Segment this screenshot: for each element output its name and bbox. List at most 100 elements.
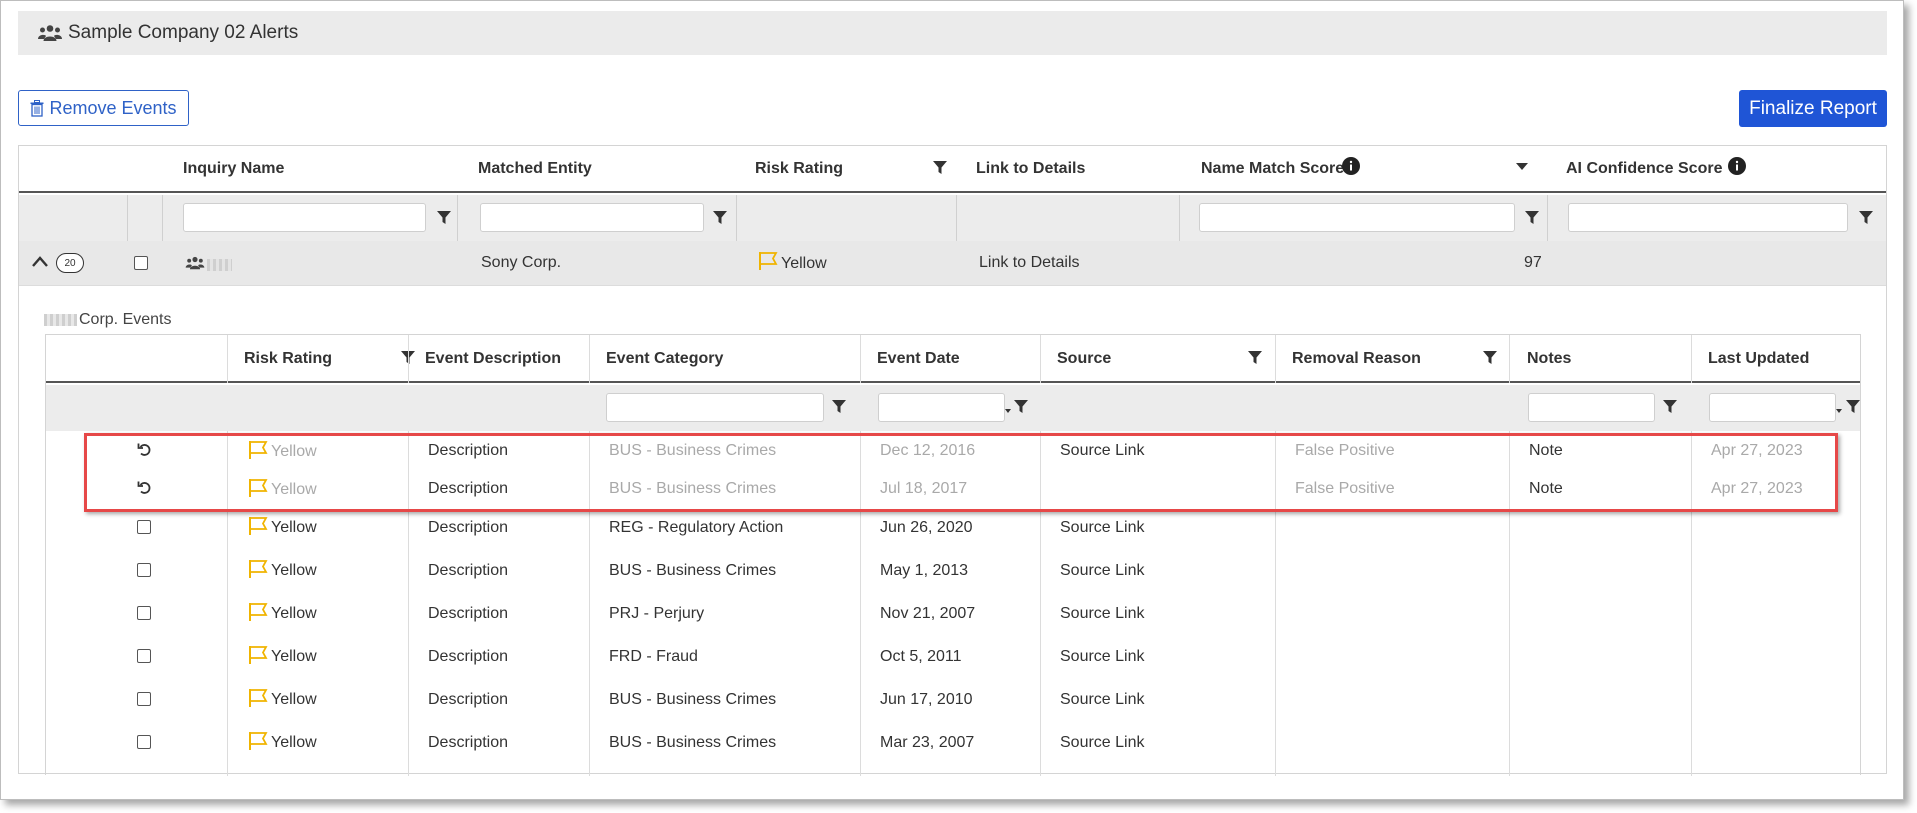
source-link[interactable]: Source Link xyxy=(1060,442,1145,460)
flag-icon xyxy=(249,441,268,459)
remove-events-button[interactable]: Remove Events xyxy=(18,90,189,126)
filter-icon[interactable] xyxy=(1525,211,1539,225)
risk-rating-value: Yellow xyxy=(781,255,827,272)
alerts-table: Inquiry Name Matched Entity Risk Rating … xyxy=(18,145,1887,776)
flag-icon xyxy=(249,560,268,578)
undo-icon[interactable] xyxy=(137,480,152,495)
event-risk: Yellow xyxy=(271,443,317,460)
event-row[interactable]: Yellow Description REG - Regulatory Acti… xyxy=(46,505,1860,548)
matched-entity-filter-input[interactable] xyxy=(480,203,704,232)
filter-icon[interactable] xyxy=(1248,351,1262,365)
event-row[interactable]: Yellow Description FRD - Fraud Oct 5, 20… xyxy=(46,634,1860,677)
event-row-removed[interactable]: Yellow Description BUS - Business Crimes… xyxy=(46,467,1860,505)
filter-icon[interactable] xyxy=(1846,400,1860,414)
event-description-link[interactable]: Description xyxy=(428,648,508,666)
event-date-filter-input[interactable] xyxy=(878,393,1005,422)
event-row[interactable]: Yellow Description BUS - Business Crimes… xyxy=(46,720,1860,763)
source-link[interactable]: Source Link xyxy=(1060,691,1145,709)
remove-events-label: Remove Events xyxy=(49,97,177,118)
event-date: Nov 21, 2007 xyxy=(880,605,976,622)
filter-icon[interactable] xyxy=(832,400,846,414)
source-link[interactable]: Source Link xyxy=(1060,734,1145,752)
source-link[interactable]: Source Link xyxy=(1060,562,1145,580)
events-header-source[interactable]: Source xyxy=(1057,350,1111,368)
event-category: BUS - Business Crimes xyxy=(609,734,777,751)
events-title: Corp. Events xyxy=(79,311,172,328)
filter-icon[interactable] xyxy=(933,161,947,175)
event-row[interactable]: Yellow Description BUS - Business Crimes… xyxy=(46,677,1860,720)
finalize-report-button[interactable]: Finalize Report xyxy=(1739,90,1887,127)
filter-icon[interactable] xyxy=(1663,400,1677,414)
filter-icon[interactable] xyxy=(1014,400,1028,414)
event-row[interactable]: Yellow Description PRJ - Perjury Nov 21,… xyxy=(46,591,1860,634)
filter-icon[interactable] xyxy=(713,211,727,225)
events-header-last-updated[interactable]: Last Updated xyxy=(1708,350,1809,368)
event-checkbox[interactable] xyxy=(137,520,151,534)
chevron-down-icon[interactable] xyxy=(1005,409,1011,413)
event-checkbox[interactable] xyxy=(137,563,151,577)
matched-entity-value: Sony Corp. xyxy=(481,254,562,271)
event-category: BUS - Business Crimes xyxy=(609,691,777,708)
undo-icon[interactable] xyxy=(137,442,152,457)
inquiry-name-filter-input[interactable] xyxy=(183,203,426,232)
name-match-score-filter-input[interactable] xyxy=(1199,203,1515,232)
chevron-down-icon[interactable] xyxy=(1836,409,1842,413)
event-category: FRD - Fraud xyxy=(609,648,698,665)
event-description-link[interactable]: Description xyxy=(428,442,508,460)
header-inquiry-name[interactable]: Inquiry Name xyxy=(183,160,284,178)
header-risk-rating[interactable]: Risk Rating xyxy=(755,160,843,178)
row-checkbox[interactable] xyxy=(134,256,148,270)
source-link[interactable]: Source Link xyxy=(1060,519,1145,537)
event-date: May 1, 2013 xyxy=(880,562,969,579)
events-filter-row xyxy=(46,385,1860,431)
events-header-event-date[interactable]: Event Date xyxy=(877,350,960,368)
source-link[interactable]: Source Link xyxy=(1060,605,1145,623)
last-updated-filter-input[interactable] xyxy=(1709,393,1836,422)
event-date: Dec 12, 2016 xyxy=(880,442,976,459)
flag-icon xyxy=(249,646,268,664)
event-description-link[interactable]: Description xyxy=(428,691,508,709)
alert-row[interactable]: 20 Sony Corp. Yellow Link to Details 97 xyxy=(19,241,1886,286)
events-header-risk-rating[interactable]: Risk Rating xyxy=(244,350,332,368)
events-header-event-description[interactable]: Event Description xyxy=(425,350,561,368)
removal-reason: False Positive xyxy=(1295,442,1395,459)
header-name-match-score[interactable]: Name Match Score xyxy=(1201,160,1344,178)
info-icon[interactable] xyxy=(1728,157,1746,175)
event-checkbox[interactable] xyxy=(137,606,151,620)
events-header-event-category[interactable]: Event Category xyxy=(606,350,723,368)
event-description-link[interactable]: Description xyxy=(428,605,508,623)
event-checkbox[interactable] xyxy=(137,692,151,706)
event-checkbox[interactable] xyxy=(137,649,151,663)
info-icon[interactable] xyxy=(1342,157,1360,175)
filter-icon[interactable] xyxy=(437,211,451,225)
event-checkbox[interactable] xyxy=(137,735,151,749)
event-description-link[interactable]: Description xyxy=(428,519,508,537)
event-row[interactable]: Yellow Description BUS - Business Crimes… xyxy=(46,548,1860,591)
header-matched-entity[interactable]: Matched Entity xyxy=(478,160,592,178)
event-row-removed[interactable]: Yellow Description BUS - Business Crimes… xyxy=(46,431,1860,467)
header-link-to-details[interactable]: Link to Details xyxy=(976,160,1085,178)
sort-down-icon[interactable] xyxy=(1516,163,1528,171)
event-description-link[interactable]: Description xyxy=(428,562,508,580)
chevron-up-icon[interactable] xyxy=(32,256,48,267)
trash-icon xyxy=(30,99,44,117)
event-category-filter-input[interactable] xyxy=(606,393,824,422)
events-table: Risk Rating Event Description Event Cate… xyxy=(45,334,1861,776)
events-header-removal-reason[interactable]: Removal Reason xyxy=(1276,350,1421,368)
window-frame: Sample Company 02 Alerts Remove Events F… xyxy=(0,0,1904,800)
filter-icon[interactable] xyxy=(1859,211,1873,225)
event-description-link[interactable]: Description xyxy=(428,480,508,498)
note-link[interactable]: Note xyxy=(1529,480,1563,498)
filter-icon[interactable] xyxy=(1483,351,1497,365)
notes-filter-input[interactable] xyxy=(1528,393,1655,422)
event-date: Mar 23, 2007 xyxy=(880,734,975,751)
note-link[interactable]: Note xyxy=(1529,442,1563,460)
event-description-link[interactable]: Description xyxy=(428,734,508,752)
events-header-notes[interactable]: Notes xyxy=(1527,350,1571,368)
ai-confidence-filter-input[interactable] xyxy=(1568,203,1848,232)
name-match-score-value: 97 xyxy=(1524,254,1542,271)
redacted-name xyxy=(207,259,232,271)
link-to-details[interactable]: Link to Details xyxy=(979,254,1080,272)
header-ai-confidence-score[interactable]: AI Confidence Score xyxy=(1566,160,1722,178)
source-link[interactable]: Source Link xyxy=(1060,648,1145,666)
